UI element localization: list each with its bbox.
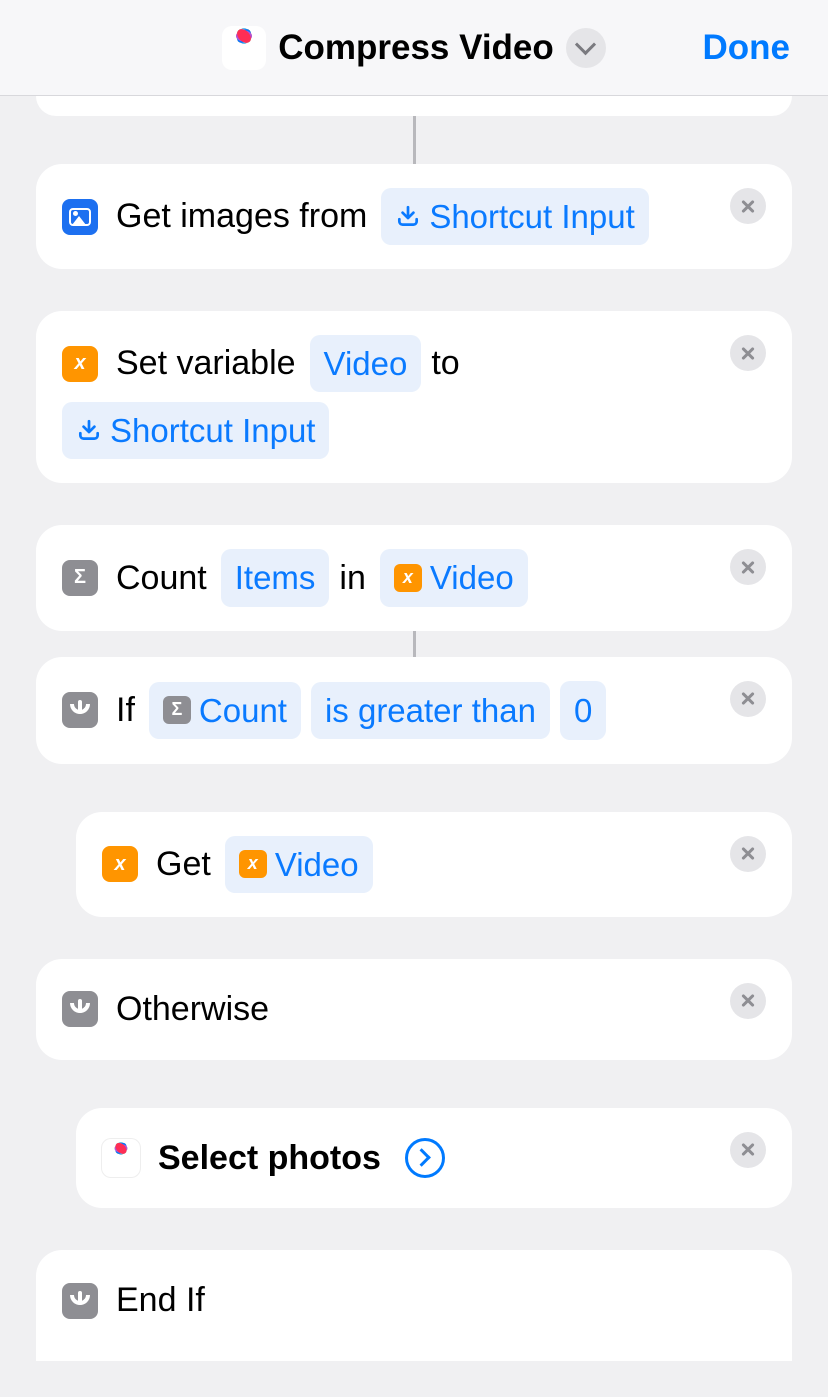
video-variable-token[interactable]: x Video [225,836,373,893]
variable-icon: x [394,564,422,592]
shortcut-title: Compress Video [278,28,554,68]
header-title-wrap[interactable]: Compress Video [222,26,606,70]
input-icon [395,204,421,230]
variable-icon: x [239,850,267,878]
action-label: Get images from [116,190,371,243]
chevron-right-icon [413,1149,431,1167]
action-label: Count [116,552,211,605]
token-label: Video [275,839,359,890]
token-label: Shortcut Input [110,405,315,456]
connector-line [413,116,416,164]
input-icon [76,418,102,444]
delete-action-button[interactable] [730,836,766,872]
token-label: Count [199,685,287,736]
connector-line [413,631,416,657]
done-button[interactable]: Done [703,28,791,68]
title-menu-button[interactable] [566,28,606,68]
action-get-variable[interactable]: x Get x Video [76,812,792,917]
action-if[interactable]: If Σ Count is greater than 0 [36,657,792,764]
expand-options-button[interactable] [405,1138,445,1178]
previous-action-card [36,96,792,116]
branch-icon [62,1283,98,1319]
action-label: Get [156,838,215,891]
variable-name-token[interactable]: Video [310,335,422,392]
condition-operator-token[interactable]: is greater than [311,682,550,739]
action-label: Select photos [158,1132,385,1185]
action-set-variable[interactable]: x Set variable Video to Shortcut Input [36,311,792,483]
items-token[interactable]: Items [221,549,330,606]
action-label: If [116,684,139,737]
action-label: in [339,552,369,605]
token-label: Video [430,552,514,603]
variable-icon: x [62,346,98,382]
delete-action-button[interactable] [730,1132,766,1168]
delete-action-button[interactable] [730,681,766,717]
video-variable-token[interactable]: x Video [380,549,528,606]
action-label: Otherwise [116,983,273,1036]
photos-app-icon [222,26,266,70]
action-label: Set variable [116,337,300,390]
delete-action-button[interactable] [730,335,766,371]
workflow-content: Get images from Shortcut Input x Set var… [0,96,828,1397]
sigma-icon: Σ [62,560,98,596]
delete-action-button[interactable] [730,983,766,1019]
token-label: Shortcut Input [429,191,634,242]
action-label: End If [116,1274,209,1327]
action-select-photos[interactable]: Select photos [76,1108,792,1209]
chevron-down-icon [575,34,596,55]
action-label: to [431,337,463,390]
condition-value-token[interactable]: 0 [560,681,606,740]
action-otherwise[interactable]: Otherwise [36,959,792,1060]
shortcut-input-token[interactable]: Shortcut Input [381,188,648,245]
photos-app-icon [102,1139,140,1177]
shortcut-input-token[interactable]: Shortcut Input [62,402,329,459]
image-icon [62,199,98,235]
count-variable-token[interactable]: Σ Count [149,682,301,739]
action-end-if[interactable]: End If [36,1250,792,1361]
action-get-images[interactable]: Get images from Shortcut Input [36,164,792,269]
action-count[interactable]: Σ Count Items in x Video [36,525,792,630]
header: Compress Video Done [0,0,828,96]
sigma-icon: Σ [163,696,191,724]
branch-icon [62,692,98,728]
branch-icon [62,991,98,1027]
delete-action-button[interactable] [730,188,766,224]
variable-icon: x [102,846,138,882]
